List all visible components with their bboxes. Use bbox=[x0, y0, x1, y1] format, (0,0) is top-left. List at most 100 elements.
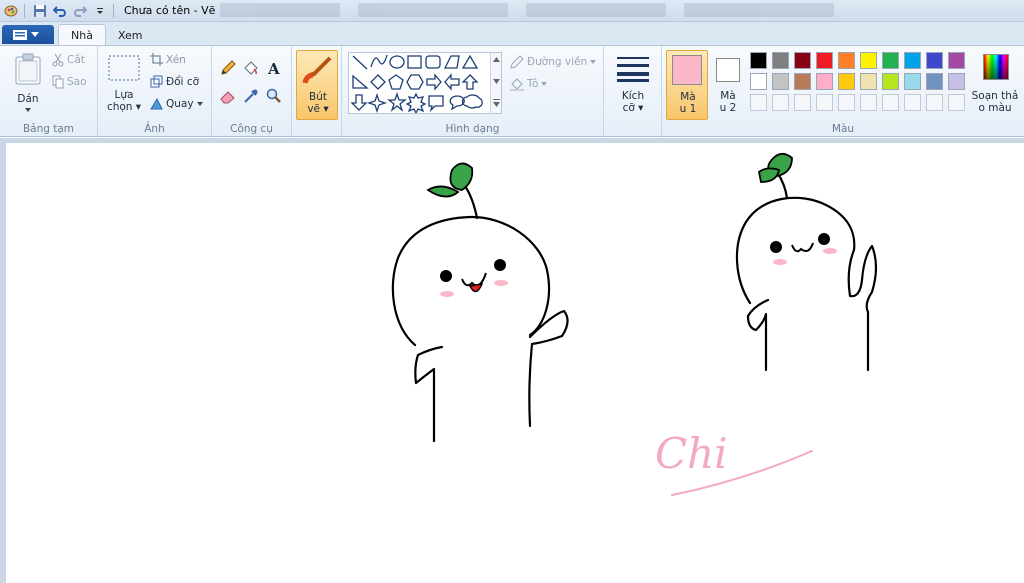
background-browser-tabs bbox=[220, 3, 1024, 19]
redo-icon[interactable] bbox=[71, 2, 89, 20]
color-picker-tool[interactable] bbox=[241, 86, 261, 106]
rotate-label: Quay bbox=[166, 97, 194, 110]
edit-colors-label: Soạn thả o màu bbox=[971, 90, 1019, 114]
palette-color-swatch[interactable] bbox=[750, 73, 767, 90]
palette-color-swatch[interactable] bbox=[838, 52, 855, 69]
right-character-face bbox=[770, 233, 837, 265]
custom-color-slot[interactable] bbox=[926, 94, 943, 111]
color2-label: Mà u 2 bbox=[719, 90, 737, 114]
chevron-down-icon bbox=[25, 108, 31, 112]
select-label: Lựa chọn ▾ bbox=[106, 89, 142, 113]
custom-color-slot[interactable] bbox=[816, 94, 833, 111]
resize-button[interactable]: Đổi cỡ bbox=[150, 75, 199, 88]
separator bbox=[113, 3, 114, 18]
clipboard-group-label: Bảng tạm bbox=[22, 123, 75, 135]
shape-fill-label: Tô bbox=[527, 78, 539, 90]
undo-icon[interactable] bbox=[51, 2, 69, 20]
size-button[interactable]: Kích cỡ ▾ bbox=[612, 50, 654, 120]
palette-color-swatch[interactable] bbox=[926, 73, 943, 90]
image-group-label: Ảnh bbox=[144, 123, 165, 135]
custom-color-slot[interactable] bbox=[948, 94, 965, 111]
palette-color-swatch[interactable] bbox=[772, 73, 789, 90]
customize-quick-access-icon[interactable] bbox=[91, 2, 109, 20]
signature-text: Chi bbox=[655, 429, 728, 478]
resize-label: Đổi cỡ bbox=[166, 75, 200, 88]
palette-color-swatch[interactable] bbox=[904, 73, 921, 90]
rotate-button[interactable]: Quay bbox=[150, 97, 203, 110]
magnifier-icon bbox=[266, 88, 281, 103]
fill-tool[interactable] bbox=[241, 58, 261, 78]
palette-color-swatch[interactable] bbox=[816, 73, 833, 90]
left-character-drawing bbox=[391, 184, 569, 443]
paste-label: Dán bbox=[17, 93, 39, 105]
custom-color-slot[interactable] bbox=[860, 94, 877, 111]
select-button[interactable]: Lựa chọn ▾ bbox=[104, 51, 144, 117]
paste-button[interactable]: Dán bbox=[8, 51, 48, 113]
ribbon: Dán Cắt Sao Bảng tạm Lựa chọn ▾ Xén Đổi c… bbox=[0, 45, 1024, 138]
paint-app-icon[interactable] bbox=[2, 2, 20, 20]
custom-color-slot[interactable] bbox=[882, 94, 899, 111]
ribbon-tab-bar: Nhà Xem bbox=[0, 22, 1024, 46]
palette-color-swatch[interactable] bbox=[794, 52, 811, 69]
copy-button[interactable]: Sao bbox=[52, 75, 87, 89]
tab-view-label: Xem bbox=[118, 28, 143, 42]
crop-icon bbox=[150, 53, 163, 66]
brushes-button[interactable]: Bút vẽ ▾ bbox=[296, 50, 338, 120]
palette-color-swatch[interactable] bbox=[794, 73, 811, 90]
menu-icon bbox=[13, 29, 27, 40]
palette-color-swatch[interactable] bbox=[904, 52, 921, 69]
color1-button[interactable]: Mà u 1 bbox=[666, 50, 708, 120]
rainbow-palette-icon bbox=[983, 54, 1009, 80]
eraser-tool[interactable] bbox=[218, 86, 238, 106]
palette-color-swatch[interactable] bbox=[838, 73, 855, 90]
palette-color-swatch[interactable] bbox=[882, 52, 899, 69]
tools-group: A Công cụ bbox=[212, 46, 292, 138]
title-bar: Chưa có tên - Vẽ bbox=[0, 0, 1024, 22]
resize-icon bbox=[150, 75, 163, 88]
custom-color-slot[interactable] bbox=[838, 94, 855, 111]
chevron-down-icon bbox=[541, 82, 548, 86]
eraser-icon bbox=[220, 91, 235, 104]
clipboard-group: Dán Cắt Sao Bảng tạm bbox=[0, 46, 98, 138]
rotate-icon bbox=[150, 97, 163, 110]
shape-outline-button[interactable]: Đường viền bbox=[510, 55, 597, 69]
palette-color-swatch[interactable] bbox=[948, 52, 965, 69]
separator bbox=[24, 3, 25, 18]
custom-color-slot[interactable] bbox=[904, 94, 921, 111]
shapes-gallery[interactable] bbox=[348, 52, 502, 115]
text-tool[interactable]: A bbox=[264, 58, 284, 78]
size-label: Kích cỡ ▾ bbox=[621, 90, 645, 114]
shapes-gallery-scrollbar[interactable] bbox=[490, 53, 501, 113]
palette-color-swatch[interactable] bbox=[926, 52, 943, 69]
brushes-group: Bút vẽ ▾ bbox=[292, 46, 342, 138]
magnifier-tool[interactable] bbox=[264, 86, 284, 106]
cut-button[interactable]: Cắt bbox=[52, 53, 85, 67]
palette-color-swatch[interactable] bbox=[860, 73, 877, 90]
signature: Chi bbox=[655, 429, 813, 496]
gallery-expand-icon bbox=[493, 99, 500, 107]
tab-home[interactable]: Nhà bbox=[58, 24, 106, 46]
palette-color-swatch[interactable] bbox=[750, 52, 767, 69]
tab-view[interactable]: Xem bbox=[106, 24, 155, 46]
color2-button[interactable]: Mà u 2 bbox=[710, 50, 746, 120]
shapes-group: Đường viền Tô Hình dạng bbox=[342, 46, 604, 138]
file-menu-button[interactable] bbox=[2, 25, 54, 44]
custom-color-slot[interactable] bbox=[750, 94, 767, 111]
brushes-label: Bút vẽ ▾ bbox=[307, 91, 329, 115]
palette-color-swatch[interactable] bbox=[772, 52, 789, 69]
drawing-layer: Chi bbox=[391, 152, 878, 496]
palette-color-swatch[interactable] bbox=[882, 73, 899, 90]
save-icon[interactable] bbox=[31, 2, 49, 20]
custom-color-slot[interactable] bbox=[794, 94, 811, 111]
clipboard-icon bbox=[15, 53, 41, 85]
drawing-canvas[interactable]: Chi bbox=[6, 143, 1024, 583]
palette-color-swatch[interactable] bbox=[948, 73, 965, 90]
gallery-scroll-down-icon bbox=[493, 79, 500, 84]
palette-color-swatch[interactable] bbox=[860, 52, 877, 69]
palette-color-swatch[interactable] bbox=[816, 52, 833, 69]
custom-color-slot[interactable] bbox=[772, 94, 789, 111]
edit-colors-button[interactable]: Soạn thả o màu bbox=[968, 50, 1022, 120]
shape-fill-button[interactable]: Tô bbox=[510, 77, 548, 91]
crop-button[interactable]: Xén bbox=[150, 53, 186, 66]
pencil-tool[interactable] bbox=[218, 58, 238, 78]
